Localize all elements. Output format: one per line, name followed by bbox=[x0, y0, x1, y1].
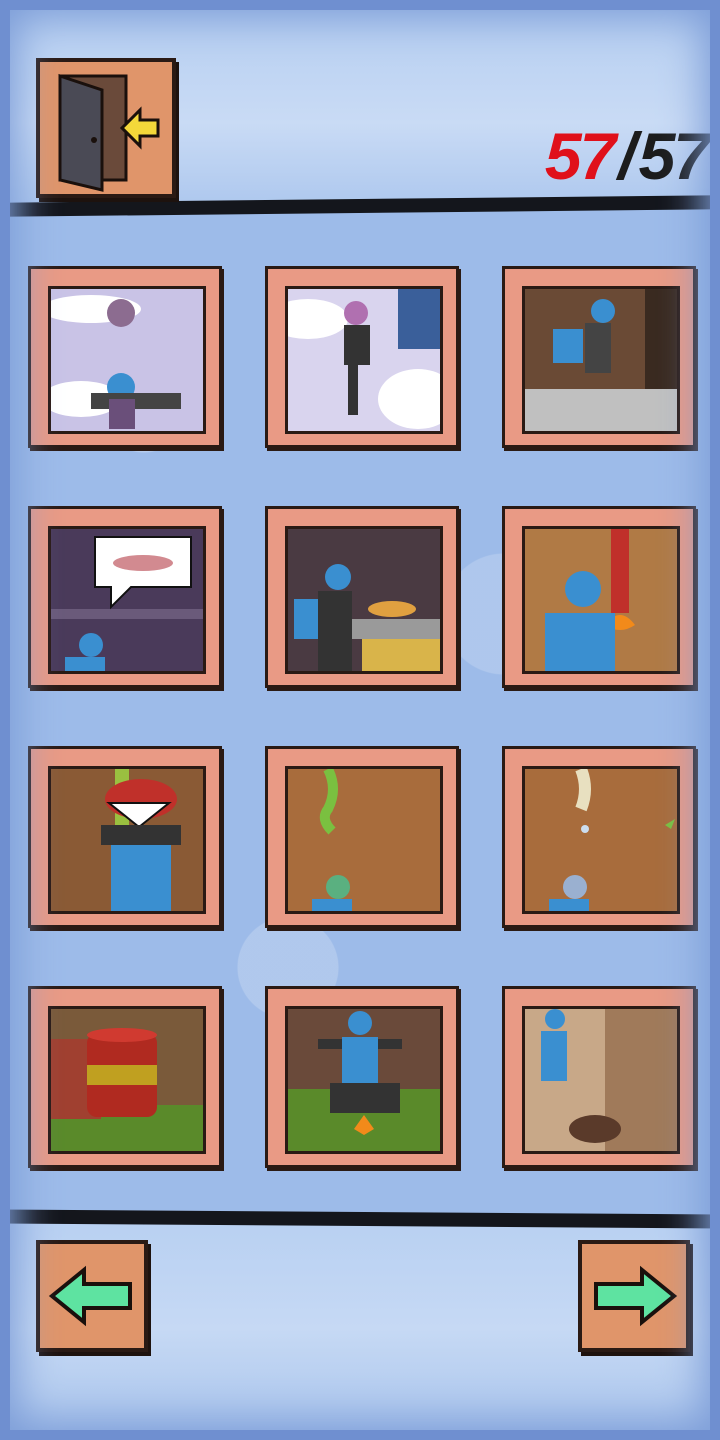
comic-panel-image bbox=[522, 286, 680, 434]
progress-counter: 57/57 bbox=[544, 118, 710, 194]
progress-current: 57 bbox=[544, 119, 616, 193]
comic-card-5[interactable] bbox=[265, 506, 459, 688]
comic-panel-image bbox=[285, 1006, 443, 1154]
comic-panel-image bbox=[48, 1006, 206, 1154]
comic-panel-image bbox=[285, 526, 443, 674]
comic-panel-image bbox=[522, 766, 680, 914]
comic-card-12[interactable] bbox=[502, 986, 696, 1168]
comic-card-11[interactable] bbox=[265, 986, 459, 1168]
next-page-button[interactable] bbox=[578, 1240, 690, 1352]
previous-page-button[interactable] bbox=[36, 1240, 148, 1352]
comic-panel-image bbox=[48, 526, 206, 674]
comic-panel-image bbox=[48, 766, 206, 914]
comic-card-8[interactable] bbox=[265, 746, 459, 928]
comic-card-9[interactable] bbox=[502, 746, 696, 928]
comic-card-3[interactable] bbox=[502, 266, 696, 448]
arrow-left-icon bbox=[48, 1265, 132, 1327]
comic-panel-image bbox=[48, 286, 206, 434]
comic-card-10[interactable] bbox=[28, 986, 222, 1168]
comic-panel-image bbox=[285, 286, 443, 434]
exit-button[interactable] bbox=[36, 58, 176, 198]
comic-panel-image bbox=[285, 766, 443, 914]
arrow-right-icon bbox=[594, 1265, 678, 1327]
progress-separator: / bbox=[618, 119, 636, 193]
progress-total: 57 bbox=[638, 119, 710, 193]
comic-panel-image bbox=[522, 526, 680, 674]
comic-panel-image bbox=[522, 1006, 680, 1154]
comic-card-1[interactable] bbox=[28, 266, 222, 448]
exit-door-icon bbox=[58, 73, 160, 192]
comic-card-4[interactable] bbox=[28, 506, 222, 688]
comic-card-2[interactable] bbox=[265, 266, 459, 448]
comic-card-7[interactable] bbox=[28, 746, 222, 928]
comic-card-6[interactable] bbox=[502, 506, 696, 688]
